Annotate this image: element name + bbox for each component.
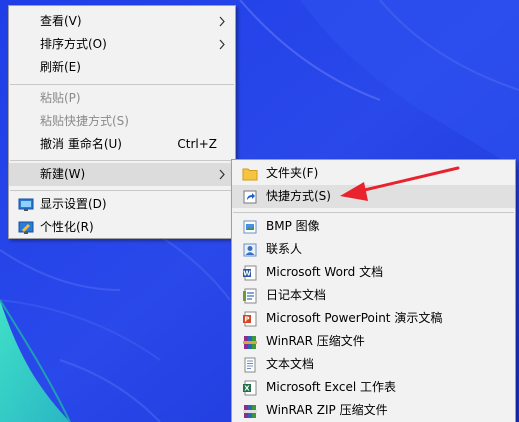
submenu-item-powerpoint[interactable]: P Microsoft PowerPoint 演示文稿 <box>232 307 515 330</box>
submenu-item-excel-label: Microsoft Excel 工作表 <box>266 380 397 394</box>
word-document-icon: W <box>243 265 257 281</box>
submenu-item-journal-label: 日记本文档 <box>266 288 327 302</box>
submenu-item-contact-label: 联系人 <box>266 242 303 256</box>
submenu-item-word[interactable]: W Microsoft Word 文档 <box>232 261 515 284</box>
chevron-right-icon <box>219 16 225 27</box>
submenu-item-folder[interactable]: 文件夹(F) <box>232 162 515 185</box>
folder-icon <box>242 168 258 181</box>
submenu-item-bmp-label: BMP 图像 <box>266 219 320 233</box>
menu-item-personalize[interactable]: 个性化(R) <box>9 216 235 239</box>
chevron-right-icon <box>219 39 225 50</box>
submenu-item-powerpoint-label: Microsoft PowerPoint 演示文稿 <box>266 311 443 325</box>
menu-item-view-label: 查看(V) <box>40 14 82 28</box>
menu-item-undo-rename[interactable]: 撤消 重命名(U) Ctrl+Z <box>9 133 235 156</box>
bmp-image-icon <box>243 220 257 234</box>
submenu-item-word-label: Microsoft Word 文档 <box>266 265 384 279</box>
menu-item-refresh[interactable]: 刷新(E) <box>9 56 235 79</box>
contact-icon <box>243 243 257 257</box>
powerpoint-icon: P <box>243 311 257 327</box>
menu-item-display-settings[interactable]: 显示设置(D) <box>9 193 235 216</box>
text-document-icon <box>244 357 256 373</box>
submenu-item-bmp[interactable]: BMP 图像 <box>232 215 515 238</box>
submenu-item-excel[interactable]: X Microsoft Excel 工作表 <box>232 376 515 399</box>
submenu-item-text-document[interactable]: 文本文档 <box>232 353 515 376</box>
submenu-item-text-document-label: 文本文档 <box>266 357 315 371</box>
menu-item-display-settings-label: 显示设置(D) <box>40 197 107 211</box>
svg-text:P: P <box>244 316 249 324</box>
shortcut-icon <box>243 190 257 204</box>
submenu-item-winrar-zip[interactable]: WinRAR ZIP 压缩文件 <box>232 399 515 422</box>
menu-item-view[interactable]: 查看(V) <box>9 10 235 33</box>
menu-item-paste[interactable]: 粘贴(P) <box>9 87 235 110</box>
menu-separator <box>233 212 514 213</box>
menu-separator <box>10 84 234 85</box>
svg-text:X: X <box>244 385 250 393</box>
submenu-item-winrar[interactable]: WinRAR 压缩文件 <box>232 330 515 353</box>
personalize-icon <box>18 221 34 234</box>
chevron-right-icon <box>219 169 225 180</box>
submenu-item-winrar-label: WinRAR 压缩文件 <box>266 334 365 348</box>
winrar-icon <box>243 336 257 349</box>
submenu-item-shortcut[interactable]: 快捷方式(S) <box>232 185 515 208</box>
desktop-context-menu: 查看(V) 排序方式(O) 刷新(E) 粘贴(P) 粘贴快捷方式(S) 撤消 重… <box>8 5 236 239</box>
menu-item-paste-shortcut-label: 粘贴快捷方式(S) <box>40 114 129 128</box>
submenu-item-journal[interactable]: 日记本文档 <box>232 284 515 307</box>
menu-item-undo-rename-label: 撤消 重命名(U) <box>40 137 122 151</box>
display-settings-icon <box>18 198 34 211</box>
menu-item-sort-by[interactable]: 排序方式(O) <box>9 33 235 56</box>
menu-item-personalize-label: 个性化(R) <box>40 220 94 234</box>
menu-separator <box>10 190 234 191</box>
winrar-zip-icon <box>243 405 257 418</box>
submenu-item-folder-label: 文件夹(F) <box>266 166 319 180</box>
menu-item-undo-shortcut: Ctrl+Z <box>177 137 217 151</box>
menu-item-new-label: 新建(W) <box>40 167 86 181</box>
submenu-item-winrar-zip-label: WinRAR ZIP 压缩文件 <box>266 403 388 417</box>
menu-separator <box>10 160 234 161</box>
menu-item-paste-label: 粘贴(P) <box>40 91 81 105</box>
svg-text:W: W <box>243 270 251 278</box>
excel-icon: X <box>243 380 257 396</box>
menu-item-sort-by-label: 排序方式(O) <box>40 37 107 51</box>
menu-item-refresh-label: 刷新(E) <box>40 60 81 74</box>
submenu-item-shortcut-label: 快捷方式(S) <box>266 189 331 203</box>
menu-item-paste-shortcut[interactable]: 粘贴快捷方式(S) <box>9 110 235 133</box>
journal-document-icon <box>243 288 257 304</box>
menu-item-new[interactable]: 新建(W) <box>9 163 235 186</box>
new-submenu: 文件夹(F) 快捷方式(S) BMP 图像 联系人 W Microsoft Wo… <box>231 159 516 422</box>
submenu-item-contact[interactable]: 联系人 <box>232 238 515 261</box>
